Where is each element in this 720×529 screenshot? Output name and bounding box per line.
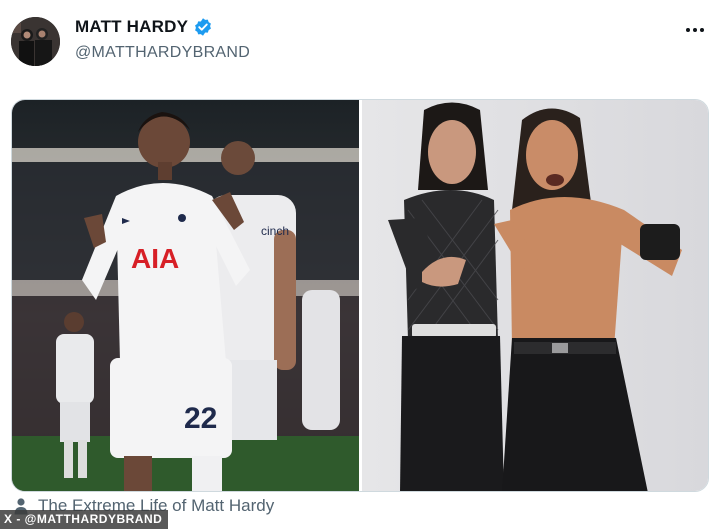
board-sponsor-text: cinch [261, 224, 289, 238]
image-credit: X - @MATTHARDYBRAND [0, 510, 169, 529]
jersey-number-text: 22 [184, 402, 217, 435]
media-photo-left[interactable]: cinch AIA 22 [12, 100, 359, 491]
author-handle[interactable]: @MATTHARDYBRAND [75, 44, 250, 62]
more-options-icon [686, 28, 704, 32]
avatar[interactable] [11, 17, 60, 66]
verified-badge-icon [193, 17, 213, 37]
author-name-row[interactable]: MATT HARDY [75, 17, 213, 37]
footballer-photo: cinch AIA 22 [12, 100, 359, 491]
avatar-image [11, 17, 60, 66]
author-name[interactable]: MATT HARDY [75, 17, 188, 37]
media-photo-right[interactable] [362, 100, 708, 491]
jersey-sponsor-text: AIA [131, 243, 179, 274]
wrestlers-photo [362, 100, 708, 491]
tweet-media[interactable]: cinch AIA 22 [11, 99, 709, 492]
more-options-button[interactable] [680, 20, 710, 40]
tweet-header: MATT HARDY @MATTHARDYBRAND [0, 0, 720, 80]
